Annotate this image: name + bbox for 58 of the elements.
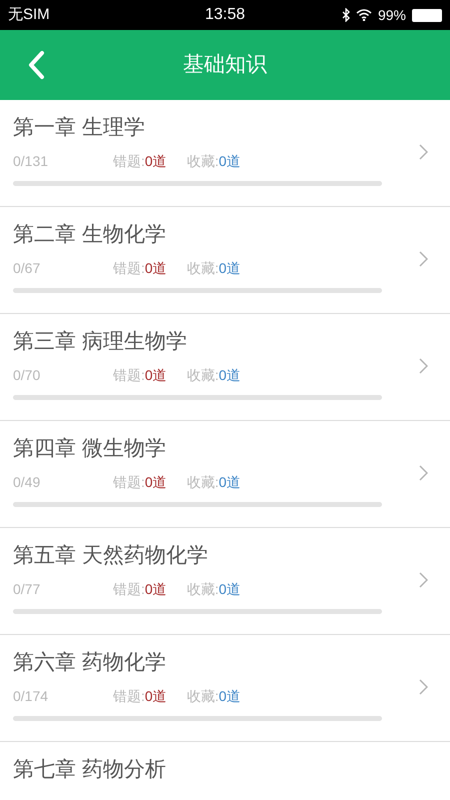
wrong-label: 错题: [113,686,145,706]
progress-count: 0/131 [13,152,50,170]
wifi-icon [356,9,372,21]
favorite-count: 0道 [218,472,241,492]
progress-count: 0/67 [13,258,42,278]
progress-count: 0/174 [13,686,50,706]
chapter-title: 第三章 病理生物学 [13,329,188,355]
chapter-row[interactable]: 第三章 病理生物学 0/70 错题:0道 收藏:0道 [0,314,450,421]
battery-text: 99% [378,6,406,24]
page-title: 基础知识 [183,52,267,78]
chapter-title: 第一章 生理学 [13,115,146,141]
chapter-title: 第六章 药物化学 [13,650,167,676]
chevron-icon [419,251,428,267]
chapter-title: 第二章 生物化学 [13,222,167,248]
favorite-count: 0道 [218,580,241,598]
favorite-count: 0道 [218,152,241,170]
wrong-label: 错题: [113,472,145,492]
chevron-icon [419,572,428,588]
wrong-label: 错题: [113,258,145,278]
favorite-label: 收藏: [186,366,219,384]
favorite-count: 0道 [218,366,241,384]
clock-text: 13:58 [204,5,246,25]
wrong-count: 0道 [144,686,168,706]
favorite-label: 收藏: [186,152,219,170]
chapter-row[interactable]: 第七章 药物分析 [0,742,450,800]
wrong-count: 0道 [144,258,168,278]
chevron-icon [419,465,428,481]
carrier-text: 无SIM [8,4,50,25]
favorite-label: 收藏: [186,686,219,706]
chapter-row[interactable]: 第六章 药物化学 0/174 错题:0道 收藏:0道 [0,635,450,742]
chapter-row[interactable]: 第四章 微生物学 0/49 错题:0道 收藏:0道 [0,421,450,528]
favorite-label: 收藏: [186,258,219,278]
chapter-row[interactable]: 第二章 生物化学 0/67 错题:0道 收藏:0道 [0,207,450,314]
favorite-count: 0道 [218,258,241,278]
chapter-title: 第四章 微生物学 [13,436,167,462]
chevron-icon [419,144,428,160]
bluetooth-icon [342,8,350,22]
back-icon [27,50,45,80]
wrong-label: 错题: [113,580,145,598]
progress-count: 0/77 [13,580,42,598]
progress-count: 0/49 [13,472,42,492]
chapter-title: 第五章 天然药物化学 [13,543,209,569]
wrong-count: 0道 [144,366,168,384]
wrong-label: 错题: [113,366,145,384]
wrong-count: 0道 [144,580,168,598]
progress-count: 0/70 [13,366,42,384]
chevron-icon [419,358,428,374]
chapter-row[interactable]: 第五章 天然药物化学 0/77 错题:0道 收藏:0道 [0,528,450,635]
favorite-label: 收藏: [186,472,219,492]
favorite-count: 0道 [218,686,241,706]
wrong-count: 0道 [144,472,168,492]
chevron-icon [419,679,428,695]
favorite-label: 收藏: [186,580,219,598]
battery-icon [412,8,442,22]
wrong-label: 错题: [113,152,145,170]
chapter-row[interactable]: 第一章 生理学 0/131 错题:0道 收藏:0道 [0,100,450,207]
wrong-count: 0道 [144,152,168,170]
chapter-title: 第七章 药物分析 [13,757,167,783]
